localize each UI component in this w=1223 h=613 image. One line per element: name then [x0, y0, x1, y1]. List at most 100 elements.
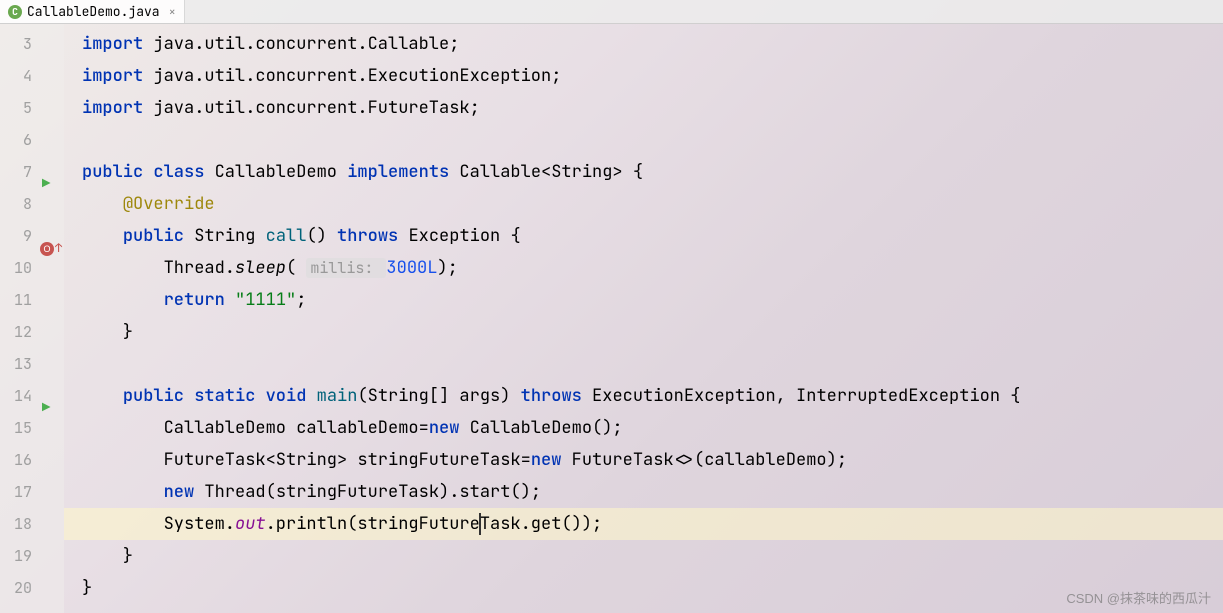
code-token — [82, 193, 123, 215]
line-number: 14 — [0, 380, 32, 412]
code-token: java.util.concurrent.ExecutionException; — [153, 65, 561, 87]
code-token: CallableDemo — [215, 161, 348, 183]
code-token: new — [531, 449, 572, 471]
code-token: throws — [521, 385, 592, 407]
code-line[interactable]: public String call() throws Exception { — [82, 220, 1223, 252]
code-line[interactable]: import java.util.concurrent.Callable; — [82, 28, 1223, 60]
code-token: } — [82, 321, 133, 343]
code-token: return — [164, 289, 235, 311]
code-token: Thread. — [82, 257, 235, 279]
code-token: Task.get()); — [480, 513, 602, 535]
line-number: 8 — [0, 188, 32, 220]
code-token: CallableDemo callableDemo= — [82, 417, 429, 439]
code-token: java.util.concurrent.Callable; — [153, 33, 459, 55]
gutter-icons: ▶ O↑ ▶ — [36, 28, 64, 613]
line-number: 18 — [0, 508, 32, 540]
code-line[interactable]: public class CallableDemo implements Cal… — [82, 156, 1223, 188]
code-line[interactable]: System.out.println(stringFutureTask.get(… — [82, 508, 1223, 540]
tab-bar: C CallableDemo.java × — [0, 0, 1223, 24]
code-area[interactable]: import java.util.concurrent.Callable;imp… — [64, 24, 1223, 613]
code-token: main — [317, 385, 358, 407]
line-number: 10 — [0, 252, 32, 284]
line-number: 3 — [0, 28, 32, 60]
code-token: .println(stringFuture — [266, 513, 480, 535]
watermark: CSDN @抹茶味的西瓜汁 — [1066, 588, 1211, 607]
run-gutter-icon[interactable]: ▶ — [42, 392, 50, 424]
code-token: new — [429, 417, 470, 439]
code-token: new — [164, 481, 205, 503]
code-token: Callable<String> { — [459, 161, 643, 183]
code-token — [82, 225, 123, 247]
code-token: public class — [82, 161, 215, 183]
code-token — [82, 289, 164, 311]
code-line[interactable] — [82, 348, 1223, 380]
code-token: import — [82, 33, 153, 55]
code-token: millis: — [306, 258, 386, 278]
line-number: 11 — [0, 284, 32, 316]
code-token: import — [82, 97, 153, 119]
code-line[interactable]: @Override — [82, 188, 1223, 220]
line-number: 17 — [0, 476, 32, 508]
code-token: (String[] args) — [357, 385, 520, 407]
line-number: 16 — [0, 444, 32, 476]
code-token: out — [235, 513, 266, 535]
code-line[interactable]: new Thread(stringFutureTask).start(); — [82, 476, 1223, 508]
line-numbers: 34567891011121314151617181920 — [0, 28, 36, 613]
line-number: 12 — [0, 316, 32, 348]
code-token — [82, 385, 123, 407]
line-number: 19 — [0, 540, 32, 572]
override-gutter-icon[interactable]: O↑ — [40, 232, 62, 265]
line-number: 13 — [0, 348, 32, 380]
code-line[interactable]: CallableDemo callableDemo=new CallableDe… — [82, 412, 1223, 444]
code-token: FutureTask<String> stringFutureTask= — [82, 449, 531, 471]
code-token: ExecutionException, InterruptedException… — [592, 385, 1020, 407]
code-token: import — [82, 65, 153, 87]
code-token: } — [82, 577, 92, 599]
code-line[interactable] — [82, 124, 1223, 156]
code-line[interactable]: Thread.sleep( millis: 3000L); — [82, 252, 1223, 284]
code-token: ); — [437, 257, 457, 279]
line-number: 20 — [0, 572, 32, 604]
gutter: 34567891011121314151617181920 ▶ O↑ ▶ — [0, 24, 64, 613]
code-line[interactable]: } — [82, 540, 1223, 572]
code-line[interactable]: return "1111"; — [82, 284, 1223, 316]
code-token: java.util.concurrent.FutureTask; — [153, 97, 479, 119]
code-line[interactable]: public static void main(String[] args) t… — [82, 380, 1223, 412]
tab-filename: CallableDemo.java — [27, 3, 160, 20]
code-token: ( — [286, 257, 306, 279]
java-class-icon: C — [8, 5, 22, 19]
code-token: "1111" — [235, 289, 296, 311]
code-line[interactable]: import java.util.concurrent.ExecutionExc… — [82, 60, 1223, 92]
code-token: @Override — [123, 193, 215, 215]
code-line[interactable]: FutureTask<String> stringFutureTask=new … — [82, 444, 1223, 476]
code-line[interactable]: } — [82, 572, 1223, 604]
code-token: implements — [347, 161, 459, 183]
code-token: call — [266, 225, 307, 247]
code-token: FutureTask<>(callableDemo); — [572, 449, 847, 471]
code-token: public static void — [123, 385, 317, 407]
line-number: 15 — [0, 412, 32, 444]
line-number: 5 — [0, 92, 32, 124]
run-gutter-icon[interactable]: ▶ — [42, 168, 50, 200]
code-token: Thread(stringFutureTask).start(); — [204, 481, 541, 503]
line-number: 4 — [0, 60, 32, 92]
close-icon[interactable]: × — [169, 4, 176, 20]
code-token: System. — [82, 513, 235, 535]
code-line[interactable]: import java.util.concurrent.FutureTask; — [82, 92, 1223, 124]
code-token: Exception { — [408, 225, 520, 247]
code-line[interactable]: } — [82, 316, 1223, 348]
code-token: public — [123, 225, 194, 247]
code-token: throws — [337, 225, 408, 247]
line-number: 9 — [0, 220, 32, 252]
code-token — [82, 481, 164, 503]
code-token: sleep — [235, 257, 286, 279]
code-editor[interactable]: 34567891011121314151617181920 ▶ O↑ ▶ impor… — [0, 24, 1223, 613]
line-number: 7 — [0, 156, 32, 188]
code-token: String — [194, 225, 265, 247]
code-token: () — [306, 225, 337, 247]
line-number: 6 — [0, 124, 32, 156]
file-tab[interactable]: C CallableDemo.java × — [0, 0, 185, 23]
code-token: CallableDemo(); — [470, 417, 623, 439]
code-token: ; — [296, 289, 306, 311]
code-token: 3000L — [386, 257, 437, 279]
